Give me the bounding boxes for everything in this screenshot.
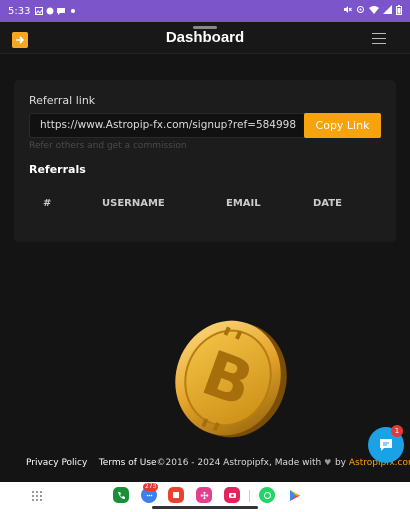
bitcoin-coin-image: B	[175, 320, 287, 438]
play-store-app-icon[interactable]	[287, 487, 303, 503]
dock-separator	[249, 490, 250, 502]
chat-notification-icon	[57, 7, 66, 15]
wifi-icon	[369, 5, 379, 17]
column-header-index: #	[43, 198, 52, 209]
status-right	[343, 0, 402, 22]
camera-app-icon[interactable]	[224, 487, 240, 503]
messages-badge: 273	[143, 483, 159, 491]
by-text: by	[334, 458, 346, 468]
mute-icon	[343, 5, 352, 17]
app-header: Dashboard	[0, 22, 410, 54]
heart-icon: ♥	[324, 458, 332, 467]
column-header-date: DATE	[313, 198, 342, 209]
copy-link-button[interactable]: Copy Link	[304, 113, 381, 138]
privacy-policy-link[interactable]: Privacy Policy	[26, 458, 87, 468]
signal-icon	[383, 5, 392, 17]
more-notifications-icon	[71, 9, 76, 13]
status-bar: 5:33	[0, 0, 410, 22]
whatsapp-app-icon[interactable]	[259, 487, 275, 503]
gesture-nav-handle[interactable]	[152, 506, 258, 509]
gallery-notification-icon	[35, 7, 44, 15]
referral-link-field[interactable]: https://www.Astropip-fx.com/signup?ref=5…	[29, 113, 319, 138]
hotspot-icon	[356, 5, 365, 17]
column-header-username: USERNAME	[102, 198, 165, 209]
phone-app-icon[interactable]	[113, 487, 129, 503]
messenger-notification-icon	[46, 7, 54, 15]
page-title: Dashboard	[165, 29, 245, 46]
referral-card: Referral link https://www.Astropip-fx.co…	[14, 80, 396, 242]
chat-icon	[380, 439, 392, 451]
chat-unread-badge: 1	[391, 425, 403, 437]
notes-app-icon[interactable]	[168, 487, 184, 503]
referrals-heading: Referrals	[29, 163, 86, 176]
terms-of-use-link[interactable]: Terms of Use	[99, 458, 157, 468]
hamburger-menu-icon[interactable]	[372, 33, 386, 44]
referral-hint: Refer others and get a commission	[29, 141, 187, 151]
app-drawer-icon[interactable]	[32, 491, 42, 501]
status-time: 5:33	[8, 5, 31, 17]
footer: Privacy Policy Terms of Use©2016 - 2024 …	[26, 458, 410, 468]
flower-app-icon[interactable]	[196, 487, 212, 503]
battery-icon	[396, 4, 402, 18]
column-header-email: EMAIL	[226, 198, 261, 209]
referral-link-label: Referral link	[29, 94, 96, 107]
copyright-text: ©2016 - 2024 Astropipfx, Made with	[156, 458, 322, 468]
